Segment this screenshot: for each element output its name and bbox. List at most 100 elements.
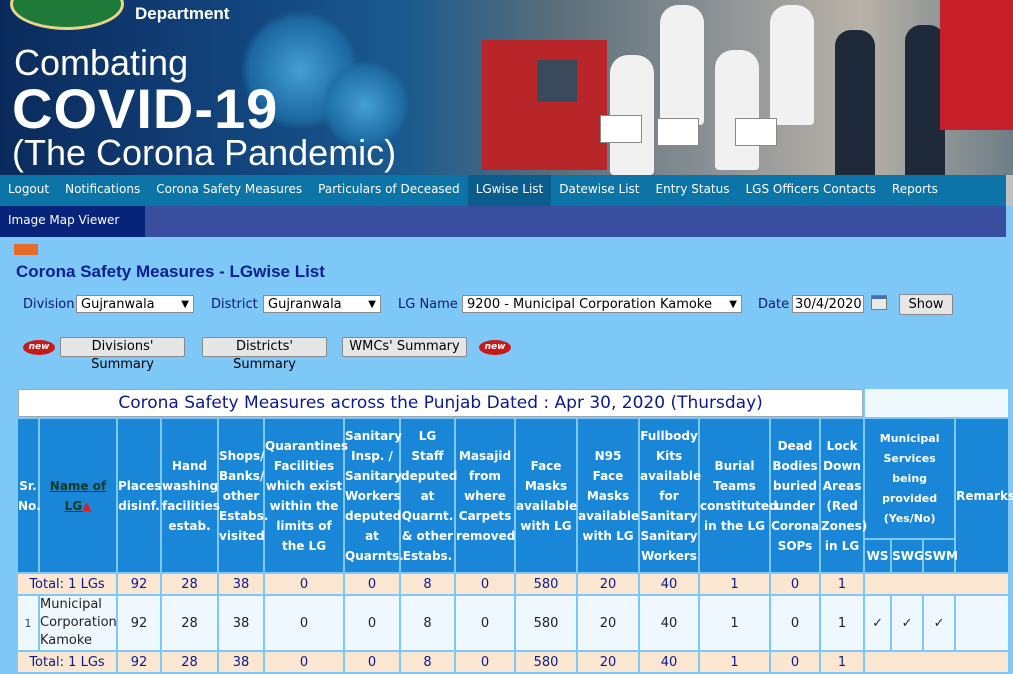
total-cell: 1 <box>821 574 864 594</box>
row-cell: 40 <box>640 596 698 650</box>
total-cell: 8 <box>401 574 454 594</box>
col-sanitary: Sanitary Insp. / Sanitary Workers depute… <box>345 419 404 572</box>
row-cell: 0 <box>345 596 399 650</box>
nav-image-map-viewer-label: Image Map Viewer <box>8 213 120 227</box>
header-banner: Department Combating COVID-19 (The Coron… <box>0 0 1013 175</box>
protest-sign <box>657 118 699 146</box>
divisions-summary-button[interactable]: Divisions' Summary <box>60 337 185 372</box>
total-cell: 8 <box>401 652 454 672</box>
district-select-value: Gujranwala <box>268 297 342 312</box>
chevron-down-icon: ▼ <box>181 299 189 310</box>
nav-corona-safety-measures[interactable]: Corona Safety Measures <box>148 175 310 206</box>
total-cell: 0 <box>345 652 399 672</box>
row-cell: 0 <box>771 596 819 650</box>
nav-reports[interactable]: Reports <box>884 175 946 206</box>
show-button[interactable]: Show <box>899 294 953 315</box>
lgwise-table-container: Corona Safety Measures across the Punjab… <box>16 387 1013 672</box>
urdu-banner-image <box>940 0 1013 130</box>
caption-spacer <box>865 389 1009 417</box>
nav-entry-status[interactable]: Entry Status <box>648 175 738 206</box>
col-places: Places disinf. <box>118 419 161 572</box>
truck-image <box>482 40 607 170</box>
col-swg: SWG <box>892 540 924 572</box>
row-lg-name: Municipal Corporation Kamoke <box>40 596 117 650</box>
main-nav: Logout Notifications Corona Safety Measu… <box>0 175 1013 206</box>
col-swm: SWM <box>924 540 958 572</box>
col-quarantines: Quarantines Facilities which exist withi… <box>265 419 348 572</box>
ws-check-icon: ✓ <box>865 596 891 650</box>
nav-notifications[interactable]: Notifications <box>57 175 148 206</box>
col-burial-teams: Burial Teams constituted in the LG <box>700 419 778 572</box>
total-cell: 40 <box>640 652 698 672</box>
row-sr: 1 <box>18 596 38 650</box>
protester-image <box>770 5 814 125</box>
swg-check-icon: ✓ <box>892 596 923 650</box>
total-cell: 580 <box>516 652 576 672</box>
protester-image <box>715 50 759 170</box>
total-label: Total: 1 LGs <box>18 652 116 672</box>
total-row-bottom: Total: 1 LGs 92 28 38 0 0 8 0 580 20 40 … <box>18 652 1009 672</box>
col-lockdown: Lock Down Areas (Red Zones) in LG <box>821 419 867 572</box>
nav-datewise-list[interactable]: Datewise List <box>551 175 647 206</box>
nav-lgs-officers-contacts[interactable]: LGS Officers Contacts <box>738 175 884 206</box>
col-remarks: Remarks <box>956 419 1013 572</box>
district-select[interactable]: Gujranwala ▼ <box>263 295 381 313</box>
official-image <box>905 25 945 175</box>
total-cell: 28 <box>162 652 217 672</box>
row-cell: 580 <box>516 596 576 650</box>
protest-sign <box>600 115 642 143</box>
government-logo <box>10 0 124 30</box>
lgwise-table: Corona Safety Measures across the Punjab… <box>16 387 1013 674</box>
districts-summary-button[interactable]: Districts' Summary <box>202 337 327 372</box>
col-lg-staff: LG Staff deputed at Quarnt. & other Esta… <box>401 419 457 572</box>
row-cell: 92 <box>118 596 160 650</box>
col-shops: Shops/ Banks/ other Estabs. visited <box>219 419 268 572</box>
total-cell: 20 <box>578 574 638 594</box>
division-select[interactable]: Gujranwala ▼ <box>76 295 194 313</box>
table-caption: Corona Safety Measures across the Punjab… <box>18 389 864 417</box>
lg-name-select[interactable]: 9200 - Municipal Corporation Kamoke ▼ <box>462 295 742 313</box>
total-cell: 38 <box>219 652 263 672</box>
total-cell: 40 <box>640 574 698 594</box>
row-cell: 28 <box>162 596 217 650</box>
new-badge: new <box>479 340 511 355</box>
total-cell: 1 <box>821 652 864 672</box>
total-cell: 1 <box>700 574 769 594</box>
total-cell: 0 <box>265 574 343 594</box>
protester-image <box>660 5 704 125</box>
row-cell: 0 <box>265 596 343 650</box>
department-title: Department <box>135 4 230 23</box>
new-badge: new <box>23 340 55 355</box>
wmcs-summary-button[interactable]: WMCs' Summary <box>342 337 467 357</box>
col-fullbody-kits: Fullbody Kits available for Sanitary San… <box>640 419 701 572</box>
col-dead-bodies: Dead Bodies buried under Corona SOPs <box>771 419 819 572</box>
row-cell: 8 <box>401 596 454 650</box>
official-image <box>835 30 875 175</box>
total-label: Total: 1 LGs <box>18 574 116 594</box>
col-hand-washing: Hand washing facilities estab. <box>162 419 220 572</box>
nav-logout[interactable]: Logout <box>0 175 57 206</box>
total-cell-empty <box>865 652 1009 672</box>
row-cell: 0 <box>456 596 514 650</box>
total-cell: 0 <box>771 574 819 594</box>
total-cell: 0 <box>771 652 819 672</box>
new-indicator-icon <box>14 244 38 255</box>
col-name-of-lg[interactable]: Name of LG▲ <box>40 419 116 572</box>
date-input[interactable]: 30/4/2020 <box>792 295 864 313</box>
nav-particulars-of-deceased[interactable]: Particulars of Deceased <box>310 175 468 206</box>
row-cell: 1 <box>821 596 864 650</box>
total-cell: 38 <box>219 574 263 594</box>
sort-name-link[interactable]: Name of LG <box>50 479 106 513</box>
lg-name-label: LG Name <box>398 297 458 312</box>
nav-image-map-viewer[interactable]: Image Map Viewer <box>0 206 145 255</box>
total-cell: 0 <box>345 574 399 594</box>
table-row: 1 Municipal Corporation Kamoke 92 28 38 … <box>18 596 1009 650</box>
calendar-icon[interactable] <box>871 295 887 310</box>
nav-lgwise-list[interactable]: LGwise List <box>467 175 552 206</box>
lg-name-select-value: 9200 - Municipal Corporation Kamoke <box>467 297 712 312</box>
total-cell: 92 <box>118 574 160 594</box>
total-cell: 0 <box>265 652 343 672</box>
date-label: Date <box>758 297 790 312</box>
total-cell: 580 <box>516 574 576 594</box>
sort-arrow-icon: ▲ <box>82 498 92 513</box>
